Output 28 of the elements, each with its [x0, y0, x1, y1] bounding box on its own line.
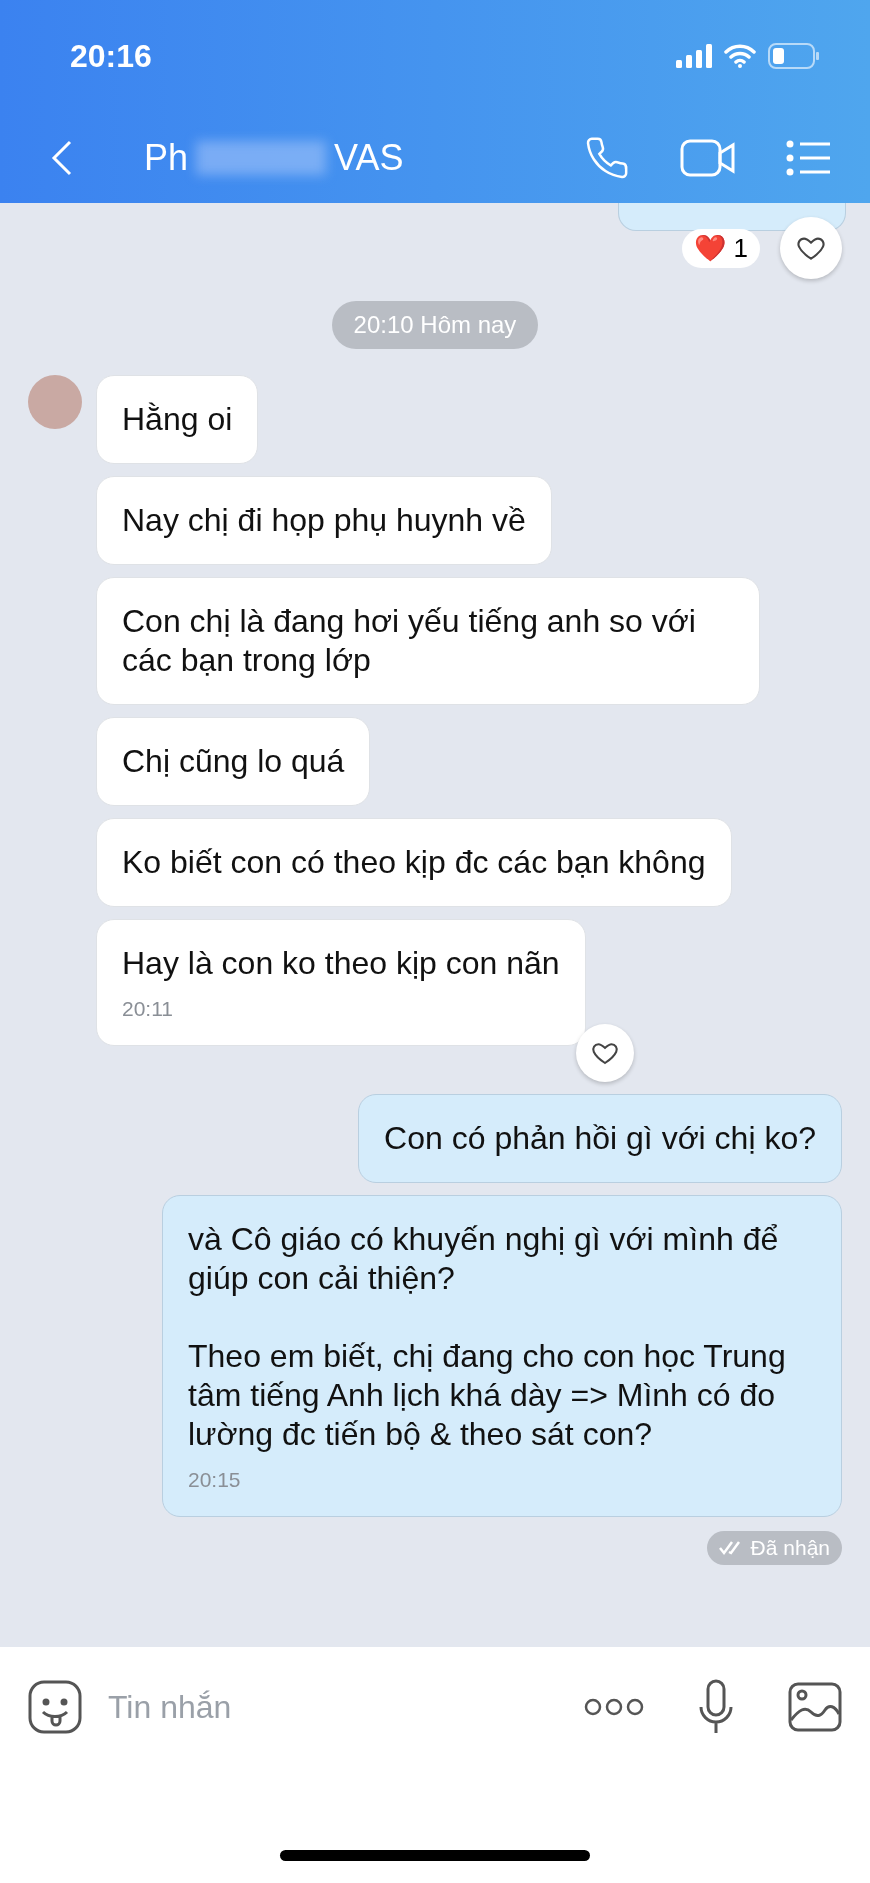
image-icon[interactable]: [788, 1682, 842, 1732]
microphone-icon[interactable]: [698, 1679, 734, 1735]
battery-icon: [768, 43, 820, 69]
message-time: 20:15: [188, 1468, 242, 1492]
more-icon[interactable]: [584, 1698, 644, 1716]
message-text: Con chị là đang hơi yếu tiếng anh so với các bạn trong lớp: [122, 602, 697, 680]
wifi-icon: [724, 44, 756, 68]
message-text: và Cô giáo có khuyến nghị gì với mình để giúp con cải thiện? Theo em biết, chị đang cho con học Trung tâm tiếng Anh lịch khá dày => Mình có đo lường đc tiến bộ & theo sát con?: [188, 1220, 787, 1454]
menu-icon[interactable]: [786, 139, 830, 176]
message-text: Con có phản hồi gì với chị ko?: [384, 1119, 816, 1158]
heart-button[interactable]: [780, 217, 842, 279]
message-text: Hay là con ko theo kịp con nãn: [122, 944, 560, 983]
message-text: Hằng oi: [122, 400, 233, 439]
delivery-text: Đã nhận: [750, 1536, 830, 1560]
signal-icon: [676, 44, 712, 68]
heart-button[interactable]: [576, 1024, 634, 1082]
message-time: 20:11: [122, 997, 174, 1021]
message-text: Nay chị đi họp phụ huynh về: [122, 501, 526, 540]
message-text: Ko biết con có theo kịp đc các bạn không: [122, 843, 706, 882]
message-input[interactable]: Tin nhắn: [106, 1687, 530, 1727]
message-text: Chị cũng lo quá: [122, 742, 345, 781]
chat-title: Ph: [144, 136, 189, 179]
chat-title: VAS: [334, 136, 404, 179]
reaction-badge[interactable]: ❤ 1: [682, 228, 760, 268]
video-camera-icon[interactable]: [680, 137, 736, 178]
date-separator: 20:10 Hôm nay: [331, 301, 539, 349]
clock: 20:16: [70, 37, 152, 75]
sticker-face-icon[interactable]: [28, 1680, 82, 1734]
